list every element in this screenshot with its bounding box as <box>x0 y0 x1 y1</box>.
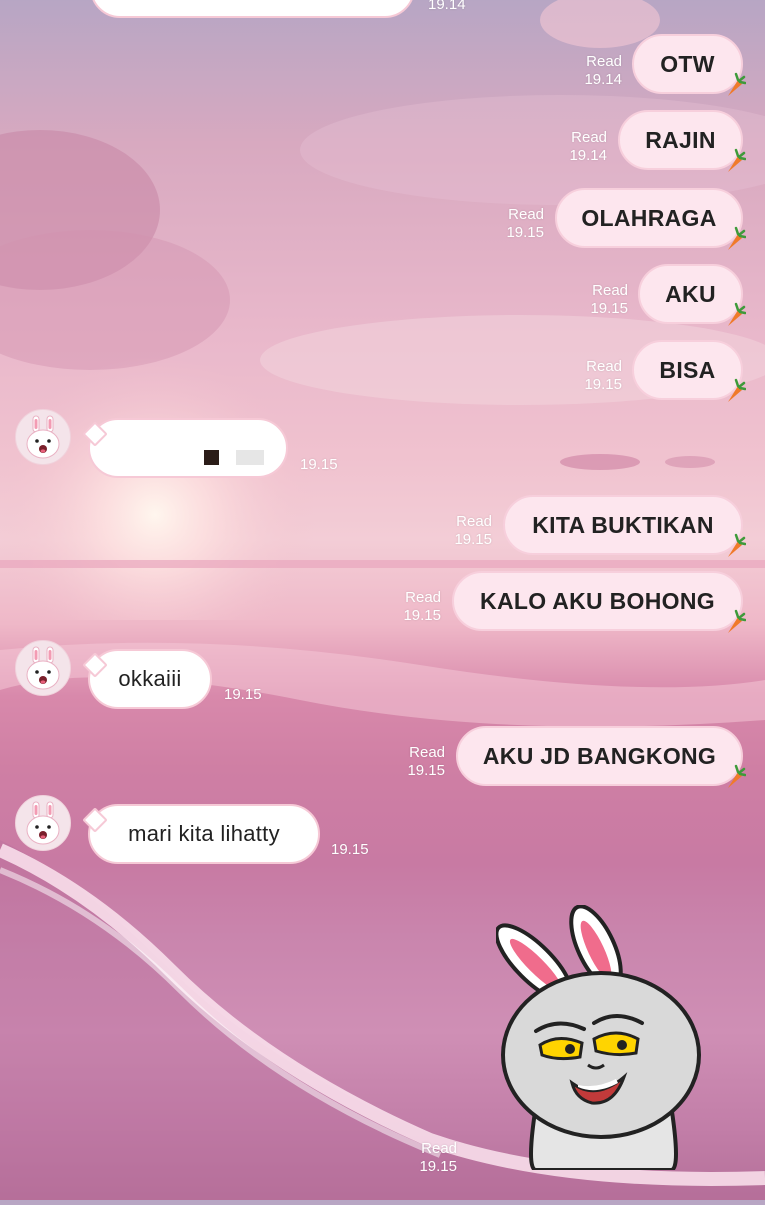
read-receipt: Read 19.15 <box>419 1140 457 1175</box>
sent-message-bubble[interactable]: KITA BUKTIKAN <box>503 495 743 555</box>
read-receipt: Read 19.14 <box>569 129 607 164</box>
carrot-icon <box>728 378 746 402</box>
message-time: 19.15 <box>300 456 338 473</box>
read-receipt: Read 19.15 <box>590 282 628 317</box>
bunny-avatar-icon <box>26 415 60 459</box>
bunny-avatar-icon <box>26 801 60 845</box>
read-receipt: Read 19.15 <box>584 358 622 393</box>
read-receipt: Read 19.15 <box>454 513 492 548</box>
received-message-bubble[interactable]: mari kita lihatty <box>88 804 320 864</box>
contact-avatar[interactable] <box>15 409 71 465</box>
received-message-bubble[interactable]: okkaiii <box>88 649 212 709</box>
sent-message-bubble[interactable]: OLAHRAGA <box>555 188 743 248</box>
message-time: 19.15 <box>331 841 369 858</box>
contact-avatar[interactable] <box>15 795 71 851</box>
contact-avatar[interactable] <box>15 640 71 696</box>
read-receipt: Read 19.15 <box>407 744 445 779</box>
carrot-icon <box>728 764 746 788</box>
read-receipt: Read 19.15 <box>506 206 544 241</box>
read-receipt: Read 19.15 <box>403 589 441 624</box>
sent-message-bubble[interactable]: KALO AKU BOHONG <box>452 571 743 631</box>
redaction-mark <box>236 450 264 465</box>
carrot-icon <box>728 226 746 250</box>
bunny-avatar-icon <box>26 646 60 690</box>
carrot-icon <box>728 148 746 172</box>
redaction-mark <box>204 450 219 465</box>
message-time: 19.15 <box>224 686 262 703</box>
sent-message-bubble[interactable]: AKU JD BANGKONG <box>456 726 743 786</box>
message-time: 19.14 <box>428 0 466 13</box>
carrot-icon <box>728 72 746 96</box>
received-message-bubble[interactable] <box>88 418 288 478</box>
carrot-icon <box>728 533 746 557</box>
read-receipt: Read 19.14 <box>584 53 622 88</box>
carrot-icon <box>728 609 746 633</box>
partial-received-bubble[interactable] <box>90 0 415 18</box>
smirking-bunny-sticker[interactable] <box>496 905 706 1170</box>
carrot-icon <box>728 302 746 326</box>
